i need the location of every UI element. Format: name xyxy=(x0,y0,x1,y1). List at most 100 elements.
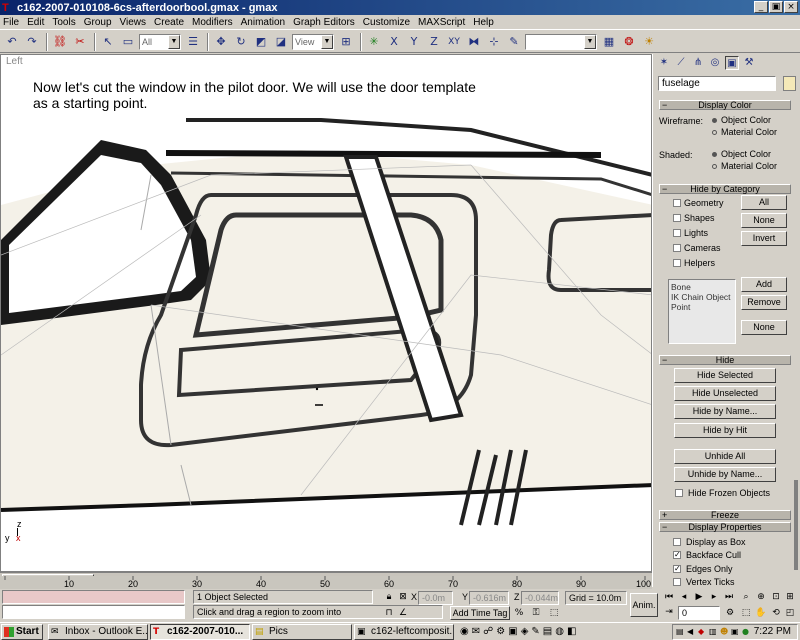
modify-tab-icon[interactable]: ⟋ xyxy=(674,56,688,70)
category-add-button[interactable]: Add xyxy=(741,277,787,292)
menu-file[interactable]: File xyxy=(3,17,19,28)
rollout-hide-by-category[interactable]: − Hide by Category xyxy=(659,184,791,194)
quick-launch-icon[interactable]: ☍ xyxy=(483,626,493,637)
taskbar-item-image-viewer[interactable]: ▣ c162-leftcomposit... xyxy=(354,624,454,640)
tray-antivirus-icon[interactable]: ◆ xyxy=(698,627,707,637)
left-viewport[interactable]: Left Now let's cut the window in the pil… xyxy=(0,54,652,572)
create-tab-icon[interactable]: ✶ xyxy=(657,56,671,70)
category-all-button[interactable]: All xyxy=(741,195,787,210)
hide-selected-button[interactable]: Hide Selected xyxy=(674,368,776,383)
key-filter-icon[interactable]: ⚿ xyxy=(530,607,542,619)
select-by-name-icon[interactable]: ☰ xyxy=(184,33,202,51)
redo-icon[interactable]: ↷ xyxy=(23,33,41,51)
menu-group[interactable]: Group xyxy=(84,17,112,28)
maxscript-listener-field[interactable] xyxy=(2,590,185,604)
menu-animation[interactable]: Animation xyxy=(241,17,285,28)
select-and-rotate-icon[interactable]: ↻ xyxy=(232,33,250,51)
rollout-display-properties[interactable]: − Display Properties xyxy=(659,522,791,532)
menu-maxscript[interactable]: MAXScript xyxy=(418,17,465,28)
quick-launch-icon[interactable]: ✉ xyxy=(472,626,480,637)
align-icon[interactable]: ⊹ xyxy=(485,33,503,51)
maxscript-output-field[interactable] xyxy=(2,605,185,619)
time-config-icon[interactable]: ⚙ xyxy=(724,607,736,619)
rollout-freeze[interactable]: + Freeze xyxy=(659,510,791,520)
tray-display-icon[interactable]: ▣ xyxy=(731,627,740,637)
unhide-all-button[interactable]: Unhide All xyxy=(674,449,776,464)
object-color-swatch[interactable] xyxy=(783,76,796,91)
backface-cull-checkbox[interactable]: ✓ xyxy=(673,551,681,559)
hide-by-name-button[interactable]: Hide by Name... xyxy=(674,404,776,419)
undo-icon[interactable]: ↶ xyxy=(3,33,21,51)
zoom-extents-icon[interactable]: ⊡ xyxy=(770,591,782,603)
hide-unselected-button[interactable]: Hide Unselected xyxy=(674,386,776,401)
tray-printer-icon[interactable]: ▥ xyxy=(709,627,718,637)
snap-magnet-icon[interactable]: ⊓ xyxy=(383,607,395,619)
gmax-app-icon[interactable]: T xyxy=(2,2,14,14)
named-selection-dropdown[interactable]: ▼ xyxy=(525,33,597,50)
quick-launch-icon[interactable]: ✎ xyxy=(531,626,539,637)
hierarchy-tab-icon[interactable]: ⋔ xyxy=(691,56,705,70)
category-list[interactable]: Bone IK Chain Object Point xyxy=(668,279,736,344)
mirror-icon[interactable]: ⧓ xyxy=(465,33,483,51)
menu-edit[interactable]: Edit xyxy=(27,17,44,28)
pivot-center-icon[interactable]: ⊞ xyxy=(337,33,355,51)
list-item[interactable]: IK Chain Object xyxy=(671,292,733,302)
zoom-all-icon[interactable]: ⊕ xyxy=(755,591,767,603)
restrict-y-button[interactable]: Y xyxy=(405,33,423,51)
vertex-ticks-checkbox[interactable] xyxy=(673,578,681,586)
tray-network-icon[interactable]: ▤ xyxy=(676,627,685,637)
region-select-icon[interactable]: ▭ xyxy=(119,33,137,51)
geometry-checkbox[interactable] xyxy=(673,199,681,207)
select-object-icon[interactable]: ↖ xyxy=(99,33,117,51)
menu-views[interactable]: Views xyxy=(120,17,147,28)
select-and-move-icon[interactable]: ✥ xyxy=(212,33,230,51)
quick-launch-icon[interactable]: ▤ xyxy=(543,626,552,637)
quick-launch-icon[interactable]: ◍ xyxy=(555,626,564,637)
utilities-tab-icon[interactable]: ⚒ xyxy=(742,56,756,70)
wireframe-object-color-radio[interactable] xyxy=(712,118,717,123)
viewport-label[interactable]: Left xyxy=(6,56,23,67)
tray-volume-icon[interactable]: ◀ xyxy=(687,627,696,637)
select-and-link-icon[interactable]: ⛓ xyxy=(51,33,69,51)
y-coord-field[interactable]: -0.616m xyxy=(469,591,509,605)
percent-snap-icon[interactable]: % xyxy=(513,607,525,619)
restore-button[interactable]: ▣ xyxy=(769,1,783,13)
shapes-checkbox[interactable] xyxy=(673,214,681,222)
arc-rotate-icon[interactable]: ⟲ xyxy=(770,607,782,619)
display-as-box-checkbox[interactable] xyxy=(673,538,681,546)
x-coord-field[interactable]: -0.0m xyxy=(418,591,453,605)
close-button[interactable]: × xyxy=(784,1,798,13)
list-item[interactable]: Point xyxy=(671,302,733,312)
angle-snap-icon[interactable]: ∠ xyxy=(397,607,409,619)
shaded-material-color-radio[interactable] xyxy=(712,164,717,169)
uniform-scale-icon[interactable]: ◪ xyxy=(272,33,290,51)
tray-messenger-icon[interactable]: ☻ xyxy=(720,627,729,637)
unlink-selection-icon[interactable]: ✂ xyxy=(71,33,89,51)
go-to-end-icon[interactable]: ⏭ xyxy=(723,591,735,603)
quick-launch-icon[interactable]: ◈ xyxy=(521,626,529,637)
list-item[interactable]: Bone xyxy=(671,282,733,292)
restrict-x-button[interactable]: X xyxy=(385,33,403,51)
next-frame-icon[interactable]: ▸ xyxy=(708,591,720,603)
unhide-by-name-button[interactable]: Unhide by Name... xyxy=(674,467,776,482)
quick-launch-icon[interactable]: ◧ xyxy=(567,626,576,637)
add-time-tag-button[interactable]: Add Time Tag xyxy=(450,606,510,620)
wireframe-material-color-radio[interactable] xyxy=(712,130,717,135)
render-scene-icon[interactable]: ❂ xyxy=(620,33,638,51)
maximize-viewport-icon[interactable]: ◰ xyxy=(784,607,796,619)
key-mode-icon[interactable]: ⇥ xyxy=(663,606,675,618)
category-remove-button[interactable]: Remove xyxy=(741,295,787,310)
play-icon[interactable]: ▶ xyxy=(693,591,705,603)
minimize-button[interactable]: _ xyxy=(754,1,768,13)
menu-help[interactable]: Help xyxy=(473,17,494,28)
menu-modifiers[interactable]: Modifiers xyxy=(192,17,233,28)
restrict-z-button[interactable]: Z xyxy=(425,33,443,51)
shaded-object-color-radio[interactable] xyxy=(712,152,717,157)
menu-create[interactable]: Create xyxy=(154,17,184,28)
zoom-icon[interactable]: ⌕ xyxy=(740,591,752,603)
z-coord-field[interactable]: -0.044m xyxy=(521,591,559,605)
cameras-checkbox[interactable] xyxy=(673,244,681,252)
hide-by-hit-button[interactable]: Hide by Hit xyxy=(674,423,776,438)
zoom-extents-all-icon[interactable]: ⊞ xyxy=(784,591,796,603)
motion-tab-icon[interactable]: ◎ xyxy=(708,56,722,70)
